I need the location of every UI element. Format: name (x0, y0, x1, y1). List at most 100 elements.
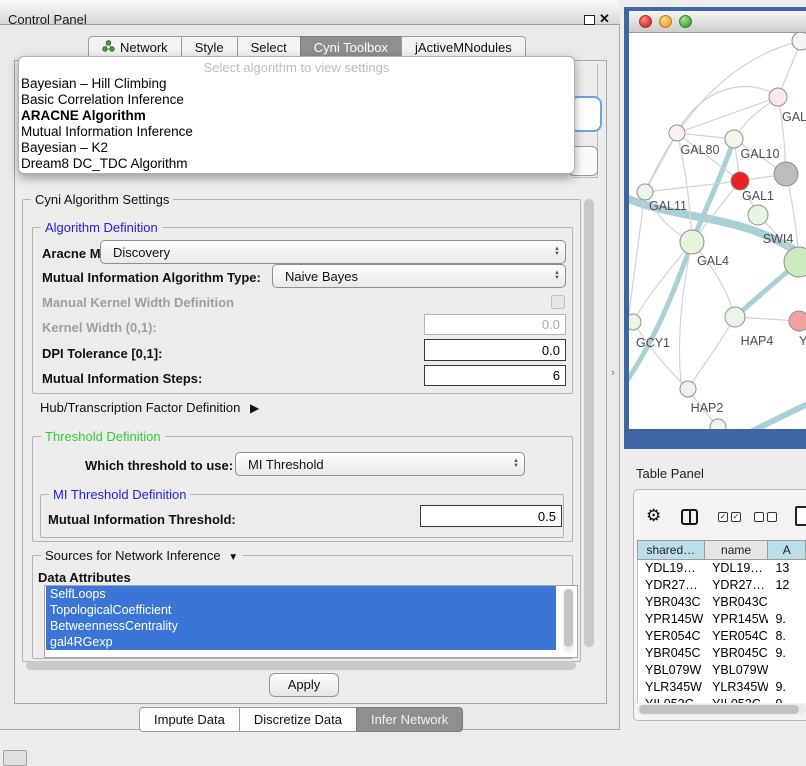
table-cell: 12 (768, 577, 806, 594)
mi-threshold-definition-title: MI Threshold Definition (49, 487, 190, 502)
data-attributes-list[interactable]: SelfLoopsTopologicalCoefficientBetweenne… (44, 585, 578, 658)
settings-vertical-scrollbar[interactable] (583, 196, 595, 664)
network-edge (677, 97, 778, 133)
table-cell: 9. (768, 611, 806, 628)
network-node[interactable] (680, 381, 696, 397)
deselect-all-columns-icon[interactable] (754, 512, 777, 522)
node-label-y: Y (799, 334, 806, 348)
table-cell: YER054C (705, 628, 768, 645)
table-cell: YLR345W (705, 679, 768, 696)
gear-icon[interactable]: ⚙ (646, 506, 661, 526)
table-cell: 13 (768, 560, 806, 577)
table-body: YDL19…YDL19…13YDR27…YDR27…12YBR043CYBR04… (637, 560, 806, 703)
settings-horizontal-scrollbar[interactable] (24, 661, 580, 671)
pane-divider-handle[interactable]: › (611, 367, 615, 379)
mutual-information-threshold-field[interactable]: 0.5 (420, 505, 562, 527)
network-node[interactable] (680, 230, 704, 254)
table-header-row: shared…nameA (637, 540, 806, 560)
aracne-mode-combo[interactable]: Discovery ▲▼ (100, 240, 566, 264)
control-panel-title: Control Panel (8, 12, 87, 27)
manual-kernel-width-checkbox[interactable] (551, 295, 565, 309)
zoom-traffic-light-icon[interactable] (679, 15, 692, 28)
which-threshold-value: MI Threshold (236, 457, 508, 472)
select-all-columns-icon[interactable]: ✓ ✓ (718, 512, 741, 522)
apply-button[interactable]: Apply (269, 673, 339, 697)
network-node[interactable] (637, 184, 653, 200)
table-cell: YBR043C (638, 594, 705, 611)
table-cell: YBR045C (638, 645, 705, 662)
network-node[interactable] (725, 307, 745, 327)
network-canvas[interactable]: GALGAL80GAL10GAL1GAL11SWI4GAL4GCY1HAP4YH… (629, 33, 806, 429)
attribute-item-selfloops[interactable]: SelfLoops (46, 586, 556, 602)
network-node[interactable] (789, 311, 806, 331)
table-cell (768, 662, 806, 679)
tab-infer-network[interactable]: Infer Network (356, 707, 463, 732)
control-panel-titlebar[interactable]: Control Panel ✕ (0, 0, 620, 25)
node-label-gal11: GAL11 (649, 199, 687, 213)
mi-steps-label: Mutual Information Steps: (42, 371, 202, 386)
kernel-width-field[interactable]: 0.0 (424, 314, 566, 335)
table-row[interactable]: YBR043CYBR043C (638, 594, 806, 611)
column-header-shared[interactable]: shared… (637, 540, 705, 560)
node-label-gal1: GAL1 (742, 189, 774, 203)
table-horizontal-scrollbar[interactable] (637, 704, 806, 715)
table-row[interactable]: YIL052CYIL052C9 (638, 696, 806, 703)
table-row[interactable]: YDR27…YDR27…12 (638, 577, 806, 594)
network-node[interactable] (725, 130, 743, 148)
algorithm-option-basic-correlation-inference[interactable]: Basic Correlation Inference (21, 92, 574, 108)
checked-box-icon: ✓ (731, 512, 741, 522)
network-edge (633, 242, 692, 322)
network-window-titlebar[interactable] (629, 11, 806, 33)
network-node[interactable] (731, 172, 749, 190)
hub-definition-toggle[interactable]: Hub/Transcription Factor Definition ▶ (40, 400, 259, 415)
algorithm-option-aracne-algorithm[interactable]: ARACNE Algorithm (21, 108, 574, 124)
network-node[interactable] (774, 162, 798, 186)
mi-algorithm-type-combo[interactable]: Naive Bayes ▲▼ (272, 264, 566, 288)
minimize-traffic-light-icon[interactable] (659, 15, 672, 28)
float-window-icon[interactable] (584, 15, 595, 25)
attribute-item-topologicalcoefficient[interactable]: TopologicalCoefficient (46, 602, 556, 618)
table-row[interactable]: YBL079WYBL079W (638, 662, 806, 679)
dpi-tolerance-field[interactable]: 0.0 (424, 339, 566, 361)
checked-box-icon: ✓ (718, 512, 728, 522)
attribute-item-gal4rgexp[interactable]: gal4RGexp (46, 634, 556, 650)
algorithm-option-dream8-dc-tdc-algorithm[interactable]: Dream8 DC_TDC Algorithm (21, 156, 574, 172)
sources-title[interactable]: Sources for Network Inference ▼ (41, 548, 242, 563)
network-node[interactable] (748, 205, 768, 225)
node-label-gal10: GAL10 (741, 147, 780, 161)
network-node[interactable] (792, 33, 806, 50)
table-row[interactable]: YLR345WYLR345W9. (638, 679, 806, 696)
table-row[interactable]: YDL19…YDL19…13 (638, 560, 806, 577)
network-edge (688, 317, 735, 389)
algorithm-option-bayesian-hill-climbing[interactable]: Bayesian – Hill Climbing (21, 76, 574, 92)
attribute-item-betweennesscentrality[interactable]: BetweennessCentrality (46, 618, 556, 634)
node-label-gal: GAL (782, 110, 806, 124)
mi-steps-field[interactable]: 6 (424, 365, 566, 386)
tab-impute-data[interactable]: Impute Data (139, 707, 240, 732)
network-node[interactable] (629, 314, 641, 330)
which-threshold-combo[interactable]: MI Threshold ▲▼ (235, 452, 525, 476)
new-table-icon[interactable] (795, 506, 806, 526)
network-node[interactable] (769, 88, 787, 106)
table-cell: YDL19… (638, 560, 705, 577)
column-header-name[interactable]: name (705, 540, 769, 560)
table-cell: 9. (768, 679, 806, 696)
network-node[interactable] (669, 125, 685, 141)
node-label-gcy1: GCY1 (636, 336, 670, 350)
algorithm-option-bayesian-k2[interactable]: Bayesian – K2 (21, 140, 574, 156)
table-row[interactable]: YBR045CYBR045C9. (638, 645, 806, 662)
close-icon[interactable]: ✕ (599, 11, 610, 27)
table-row[interactable]: YER054CYER054C8. (638, 628, 806, 645)
corner-icon[interactable] (3, 750, 27, 766)
table-row[interactable]: YPR145WYPR145W9. (638, 611, 806, 628)
network-edge (645, 181, 740, 192)
close-traffic-light-icon[interactable] (639, 15, 652, 28)
list-scrollbar[interactable] (563, 588, 574, 652)
split-columns-icon[interactable] (681, 509, 698, 525)
algorithm-option-mutual-information-inference[interactable]: Mutual Information Inference (21, 124, 574, 140)
data-attributes-label: Data Attributes (38, 570, 131, 585)
algorithm-dropdown-popup: Select algorithm to view settings Bayesi… (18, 56, 575, 174)
tab-discretize-data[interactable]: Discretize Data (239, 707, 357, 732)
network-edge (629, 192, 645, 313)
column-header-a[interactable]: A (768, 540, 806, 560)
